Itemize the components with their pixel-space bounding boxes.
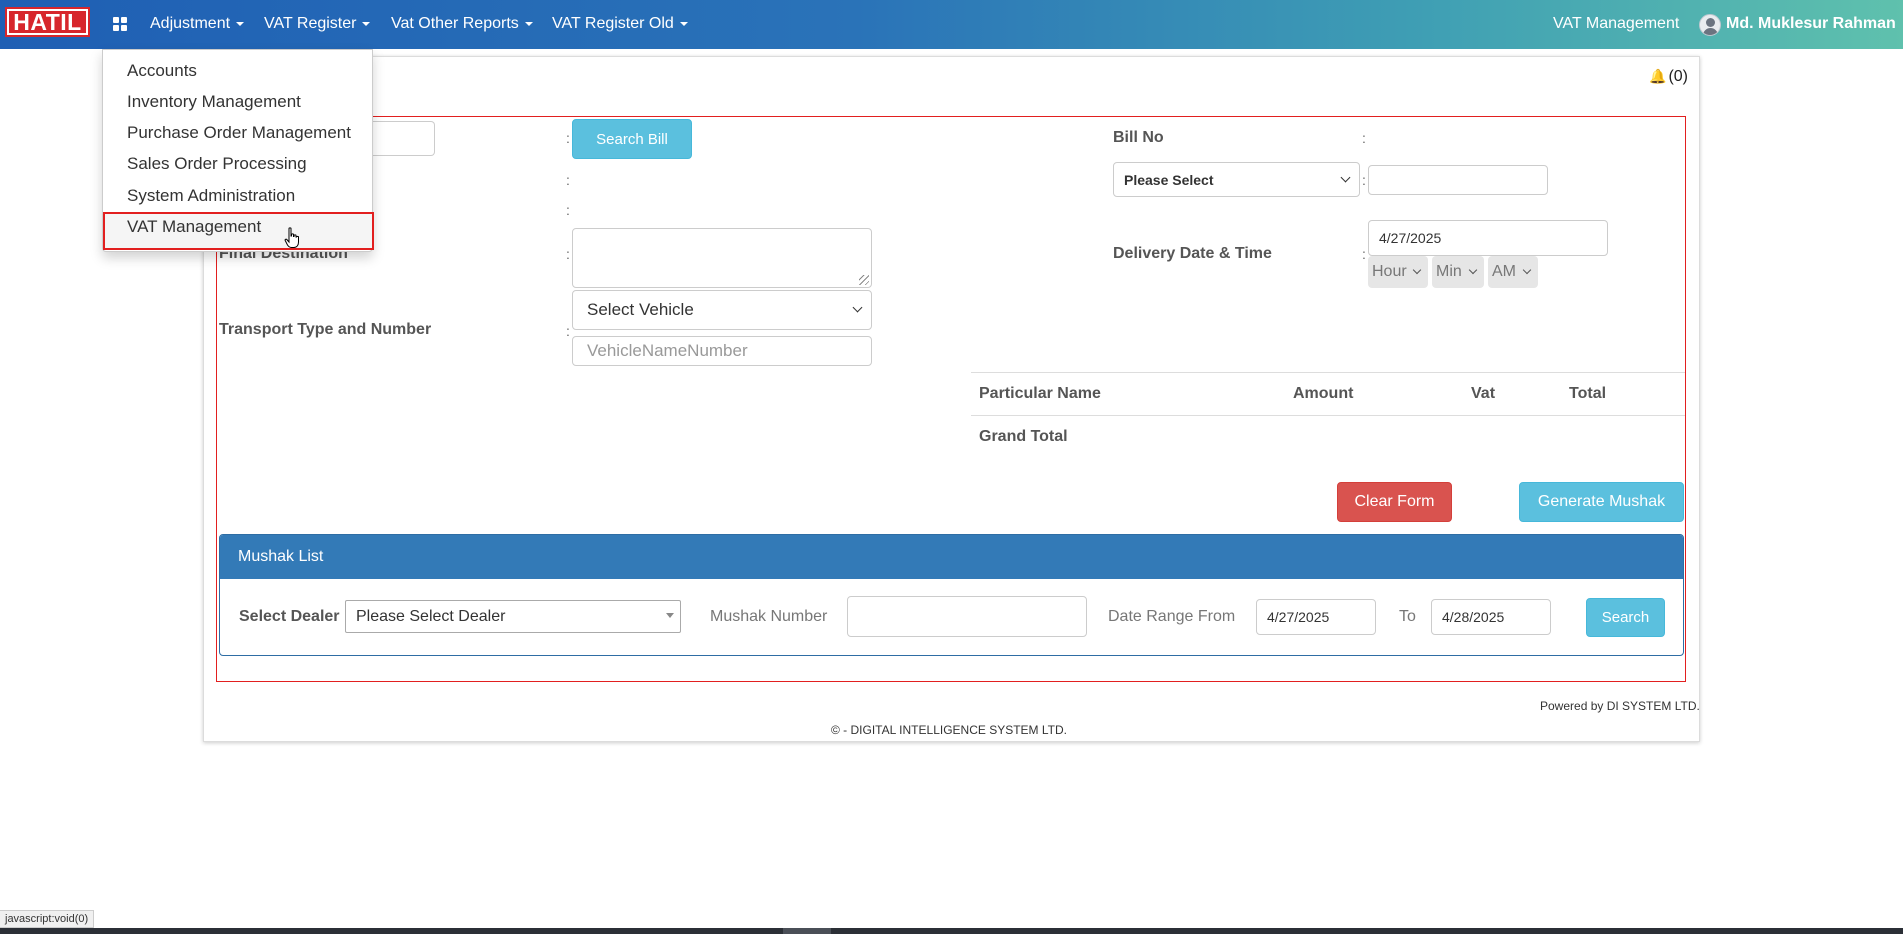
dropdown-item-system-administration[interactable]: System Administration	[127, 186, 295, 206]
vehicle-name-placeholder: VehicleNameNumber	[587, 341, 748, 360]
colon: :	[566, 323, 570, 339]
col-header-vat: Vat	[1471, 385, 1496, 402]
brand-logo[interactable]: HATIL	[5, 7, 90, 37]
colon: :	[566, 130, 570, 146]
user-name-link[interactable]: Md. Muklesur Rahman	[1726, 15, 1896, 33]
vehicle-select[interactable]: Select Vehicle	[572, 290, 872, 330]
grand-total-label: Grand Total	[979, 428, 1068, 445]
search-bill-button[interactable]: Search Bill	[572, 119, 692, 159]
col-header-amount: Amount	[1293, 385, 1354, 402]
date-from-input[interactable]: 4/27/2025	[1256, 599, 1376, 635]
taskbar-strip	[0, 928, 1903, 934]
colon: :	[1362, 246, 1366, 262]
bill-no-select[interactable]: Please Select	[1113, 162, 1360, 197]
dropdown-item-purchase-order-management[interactable]: Purchase Order Management	[127, 123, 351, 143]
dropdown-item-inventory-management[interactable]: Inventory Management	[127, 92, 301, 112]
colon: :	[566, 246, 570, 262]
caret-down-icon	[666, 613, 674, 618]
transport-type-label: Transport Type and Number	[219, 321, 432, 338]
vehicle-name-input[interactable]: VehicleNameNumber	[572, 336, 872, 366]
hand-pointer-cursor-icon	[284, 227, 299, 248]
notification-count: (0)	[1668, 68, 1688, 85]
browser-status-bar: javascript:void(0)	[0, 910, 95, 928]
module-name-link[interactable]: VAT Management	[1553, 15, 1679, 33]
copyright-text: © - DIGITAL INTELLIGENCE SYSTEM LTD.	[831, 723, 1067, 737]
mushak-search-button[interactable]: Search	[1586, 598, 1665, 637]
powered-by-text: Powered by DI SYSTEM LTD.	[1540, 699, 1700, 713]
caret-down-icon	[524, 21, 533, 26]
module-dropdown-menu: Accounts Inventory Management Purchase O…	[102, 49, 374, 252]
dropdown-item-sales-order-processing[interactable]: Sales Order Processing	[127, 154, 307, 174]
notification-bell[interactable]: 🔔 (0)	[1649, 68, 1688, 86]
colon: :	[566, 172, 570, 188]
bill-no-label: Bill No	[1113, 129, 1164, 146]
chevron-down-icon	[852, 302, 863, 313]
chevron-down-icon	[1468, 265, 1478, 275]
minute-select-value: Min	[1436, 263, 1462, 280]
caret-down-icon	[236, 21, 245, 26]
delivery-date-time-label: Delivery Date & Time	[1113, 245, 1272, 262]
table-header-divider	[971, 415, 1685, 416]
clear-form-button[interactable]: Clear Form	[1337, 482, 1452, 522]
delivery-date-input[interactable]: 4/27/2025	[1368, 220, 1608, 256]
nav-menu-vat-other-reports-label: Vat Other Reports	[391, 15, 519, 32]
ampm-select-value: AM	[1492, 263, 1516, 280]
user-avatar-icon[interactable]	[1699, 14, 1721, 36]
caret-down-icon	[362, 21, 371, 26]
table-top-divider	[971, 372, 1685, 373]
dealer-select[interactable]: Please Select Dealer	[345, 600, 681, 633]
date-from-value: 4/27/2025	[1267, 609, 1330, 625]
dropdown-item-accounts[interactable]: Accounts	[127, 61, 197, 81]
nav-menu-vat-register[interactable]: VAT Register	[264, 15, 371, 33]
bill-no-select-value: Please Select	[1124, 171, 1214, 188]
delivery-date-value: 4/27/2025	[1379, 230, 1442, 246]
nav-menu-vat-register-label: VAT Register	[264, 15, 357, 32]
mushak-list-panel: Mushak List	[219, 534, 1684, 656]
colon: :	[566, 202, 570, 218]
final-destination-textarea[interactable]	[572, 228, 872, 288]
dealer-select-value: Please Select Dealer	[356, 607, 506, 625]
nav-menu-vat-register-old[interactable]: VAT Register Old	[552, 15, 688, 33]
minute-select[interactable]: Min	[1432, 256, 1484, 288]
nav-menu-vat-register-old-label: VAT Register Old	[552, 15, 674, 32]
col-header-total: Total	[1569, 385, 1607, 402]
nav-menu-vat-other-reports[interactable]: Vat Other Reports	[391, 15, 533, 33]
brand-logo-text: HATIL	[9, 11, 86, 34]
caret-down-icon	[679, 21, 688, 26]
generate-mushak-button[interactable]: Generate Mushak	[1519, 482, 1684, 522]
chevron-down-icon	[1412, 265, 1422, 275]
col-header-particular-name: Particular Name	[979, 385, 1101, 402]
hour-select[interactable]: Hour	[1368, 256, 1428, 288]
mushak-number-label: Mushak Number	[710, 608, 828, 625]
ampm-select[interactable]: AM	[1488, 256, 1538, 288]
chevron-down-icon	[1340, 172, 1351, 182]
chevron-down-icon	[1522, 265, 1532, 275]
colon: :	[1362, 130, 1366, 146]
hour-select-value: Hour	[1372, 263, 1407, 280]
date-to-value: 4/28/2025	[1442, 609, 1505, 625]
top-navbar: HATIL Adjustment VAT Register Vat Other …	[0, 0, 1903, 49]
select-dealer-label: Select Dealer	[239, 608, 340, 625]
colon: :	[1362, 172, 1366, 188]
nav-menu-adjustment-label: Adjustment	[150, 15, 231, 32]
dropdown-item-vat-management[interactable]: VAT Management	[127, 217, 261, 237]
resize-handle-icon[interactable]	[859, 275, 869, 285]
date-range-from-label: Date Range From	[1108, 608, 1236, 625]
apps-grid-icon[interactable]	[113, 17, 127, 31]
nav-menu-adjustment[interactable]: Adjustment	[150, 15, 245, 33]
bill-no-input[interactable]	[1368, 165, 1548, 195]
bell-icon: 🔔	[1649, 68, 1667, 84]
date-to-input[interactable]: 4/28/2025	[1431, 599, 1551, 635]
mushak-list-title: Mushak List	[220, 535, 1683, 579]
mushak-number-input[interactable]	[847, 596, 1087, 637]
date-to-label: To	[1399, 608, 1416, 625]
vehicle-select-value: Select Vehicle	[587, 300, 694, 319]
